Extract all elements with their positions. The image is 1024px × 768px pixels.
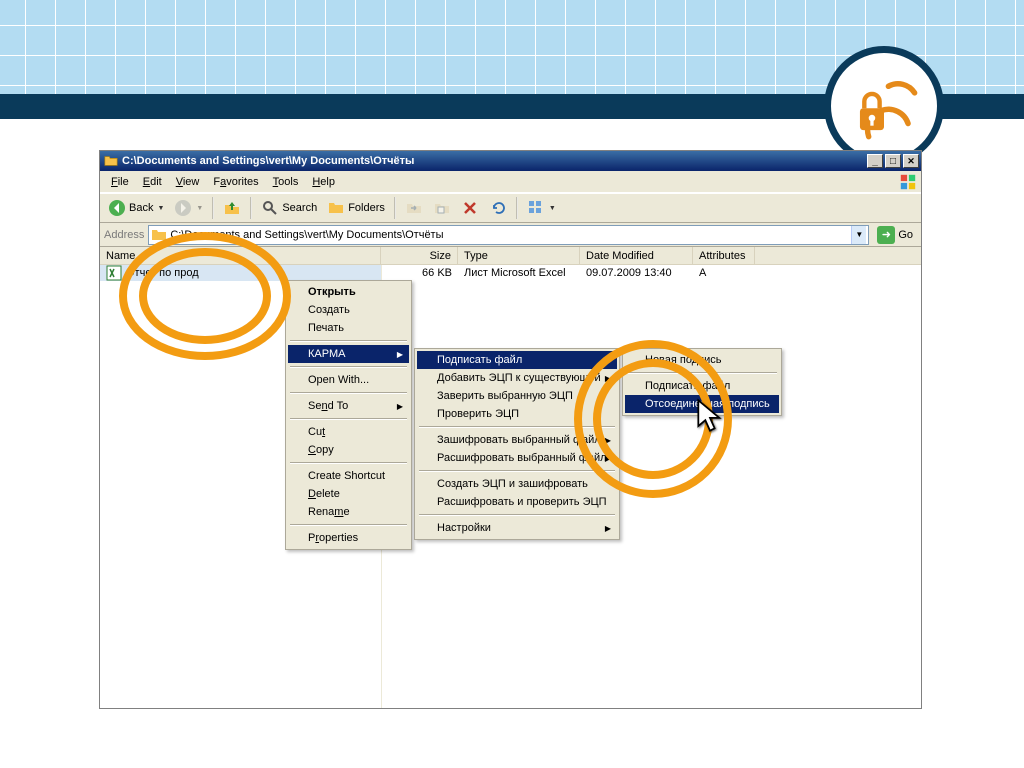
- address-input[interactable]: C:\Documents and Settings\vert\My Docume…: [148, 225, 869, 245]
- column-attributes[interactable]: Attributes: [693, 247, 755, 265]
- ctx-new[interactable]: Создать: [288, 301, 409, 319]
- menu-help[interactable]: Help: [305, 174, 342, 190]
- address-dropdown[interactable]: ▼: [851, 226, 866, 244]
- go-icon: ➜: [877, 226, 895, 244]
- up-icon: [223, 199, 241, 217]
- menu-file[interactable]: File: [104, 174, 136, 190]
- windows-flag-icon: [899, 173, 917, 191]
- karma-encrypt[interactable]: Зашифровать выбранный файл▶: [417, 431, 617, 449]
- maximize-button[interactable]: □: [885, 154, 901, 168]
- menubar: File Edit View Favorites Tools Help: [100, 171, 921, 193]
- file-row[interactable]: Отчет по прод 66 KB Лист Microsoft Excel…: [100, 265, 921, 281]
- karma-sign-encrypt[interactable]: Создать ЭЦП и зашифровать: [417, 475, 617, 493]
- column-size[interactable]: Size: [381, 247, 458, 265]
- column-modified[interactable]: Date Modified: [580, 247, 693, 265]
- sign-file[interactable]: Подписать файл: [625, 377, 779, 395]
- ctx-rename[interactable]: Rename: [288, 503, 409, 521]
- up-button[interactable]: [219, 196, 245, 220]
- ctx-cut[interactable]: Cut: [288, 423, 409, 441]
- karma-verify[interactable]: Проверить ЭЦП: [417, 405, 617, 423]
- address-label: Address: [104, 229, 144, 241]
- folder-icon: [104, 154, 118, 168]
- menu-view[interactable]: View: [169, 174, 207, 190]
- address-value: C:\Documents and Settings\vert\My Docume…: [170, 229, 851, 241]
- toolbar: Back ▼ ▼ Search Folders ▼: [100, 193, 921, 223]
- move-to-icon: [405, 199, 423, 217]
- karma-settings[interactable]: Настройки▶: [417, 519, 617, 537]
- forward-icon: [174, 199, 192, 217]
- ctx-open[interactable]: Открыть: [288, 283, 409, 301]
- ctx-delete[interactable]: Delete: [288, 485, 409, 503]
- context-menu-sign: Новая подпись Подписать файл Отсоединенн…: [622, 348, 782, 416]
- lock-logo-icon: [849, 71, 919, 141]
- move-to-button[interactable]: [401, 196, 427, 220]
- sign-detached[interactable]: Отсоединенная подпись: [625, 395, 779, 413]
- karma-decrypt[interactable]: Расшифровать выбранный файл▶: [417, 449, 617, 467]
- forward-button[interactable]: ▼: [170, 196, 207, 220]
- undo-icon: [489, 199, 507, 217]
- file-name: Отчет по прод: [126, 267, 199, 279]
- back-button[interactable]: Back ▼: [104, 196, 168, 220]
- file-modified: 09.07.2009 13:40: [580, 267, 693, 279]
- context-menu-karma: Подписать файл▶ Добавить ЭЦП к существую…: [414, 348, 620, 540]
- menu-favorites[interactable]: Favorites: [206, 174, 265, 190]
- go-button[interactable]: ➜ Go: [873, 224, 917, 246]
- logo-badge: [824, 46, 944, 166]
- close-button[interactable]: ✕: [903, 154, 919, 168]
- ctx-send-to[interactable]: Send To▶: [288, 397, 409, 415]
- address-bar: Address C:\Documents and Settings\vert\M…: [100, 223, 921, 247]
- folders-label: Folders: [348, 202, 385, 214]
- karma-certify[interactable]: Заверить выбранную ЭЦП: [417, 387, 617, 405]
- views-button[interactable]: ▼: [523, 196, 560, 220]
- back-label: Back: [129, 202, 153, 214]
- titlebar[interactable]: C:\Documents and Settings\vert\My Docume…: [100, 151, 921, 171]
- karma-sign-file[interactable]: Подписать файл▶: [417, 351, 617, 369]
- sign-new[interactable]: Новая подпись: [625, 351, 779, 369]
- go-label: Go: [898, 229, 913, 241]
- delete-icon: [461, 199, 479, 217]
- ctx-open-with[interactable]: Open With...: [288, 371, 409, 389]
- menu-tools[interactable]: Tools: [266, 174, 306, 190]
- views-icon: [527, 199, 545, 217]
- minimize-button[interactable]: _: [867, 154, 883, 168]
- folder-icon: [151, 227, 167, 243]
- menu-edit[interactable]: Edit: [136, 174, 169, 190]
- file-size: 66 KB: [381, 267, 458, 279]
- folders-button[interactable]: Folders: [323, 196, 389, 220]
- search-button[interactable]: Search: [257, 196, 321, 220]
- ctx-create-shortcut[interactable]: Create Shortcut: [288, 467, 409, 485]
- window-title: C:\Documents and Settings\vert\My Docume…: [122, 155, 865, 167]
- karma-decrypt-verify[interactable]: Расшифровать и проверить ЭЦП: [417, 493, 617, 511]
- back-icon: [108, 199, 126, 217]
- karma-add-sig[interactable]: Добавить ЭЦП к существующей▶: [417, 369, 617, 387]
- delete-button[interactable]: [457, 196, 483, 220]
- column-type[interactable]: Type: [458, 247, 580, 265]
- undo-button[interactable]: [485, 196, 511, 220]
- context-menu-main: Открыть Создать Печать КАРМА▶ Open With.…: [285, 280, 412, 550]
- folders-icon: [327, 199, 345, 217]
- ctx-copy[interactable]: Copy: [288, 441, 409, 459]
- ctx-karma[interactable]: КАРМА▶: [288, 345, 409, 363]
- column-headers: Name Size Type Date Modified Attributes: [100, 247, 921, 265]
- copy-to-icon: [433, 199, 451, 217]
- ctx-properties[interactable]: Properties: [288, 529, 409, 547]
- search-label: Search: [282, 202, 317, 214]
- copy-to-button[interactable]: [429, 196, 455, 220]
- ctx-print[interactable]: Печать: [288, 319, 409, 337]
- file-attrs: A: [693, 267, 755, 279]
- excel-file-icon: [106, 265, 122, 281]
- file-type: Лист Microsoft Excel: [458, 267, 580, 279]
- search-icon: [261, 199, 279, 217]
- column-name[interactable]: Name: [100, 247, 381, 265]
